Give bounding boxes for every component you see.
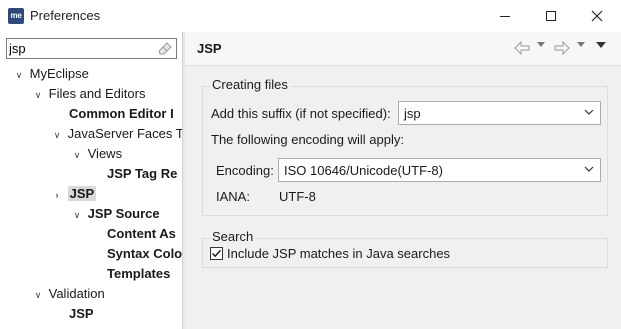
expand-arrow-icon[interactable]: ∨	[50, 125, 64, 145]
iana-label: IANA:	[216, 189, 250, 204]
tree-item-content-assist[interactable]: Content As	[107, 224, 176, 244]
maximize-button[interactable]	[528, 0, 574, 32]
group-title: Creating files	[210, 77, 290, 92]
myeclipse-app-icon: me	[8, 8, 24, 24]
title-bar: me Preferences	[0, 0, 621, 32]
tree-item-label: MyEclipse	[29, 66, 89, 81]
close-button[interactable]	[574, 0, 620, 32]
expand-arrow-icon[interactable]: ∨	[31, 285, 45, 305]
close-icon	[591, 10, 603, 22]
tree-item-label: Validation	[48, 286, 105, 301]
tree-item-jsp-source[interactable]: ∨ JSP Source	[70, 204, 160, 224]
iana-value: UTF-8	[279, 189, 316, 204]
expand-arrow-icon[interactable]: ∨	[12, 65, 26, 85]
tree-item-common-editor[interactable]: Common Editor I	[69, 104, 174, 124]
checkmark-icon	[211, 249, 222, 258]
preferences-tree-panel: ∨ MyEclipse ∨ Files and Editors Common E…	[0, 32, 182, 329]
chevron-down-icon	[584, 166, 594, 172]
tree-item-myeclipse[interactable]: ∨ MyEclipse	[12, 64, 89, 84]
suffix-label: Add this suffix (if not specified):	[211, 106, 391, 121]
encoding-label: Encoding:	[216, 163, 274, 178]
tree-item-files-and-editors[interactable]: ∨ Files and Editors	[31, 84, 146, 105]
filter-box[interactable]	[6, 38, 177, 59]
tree-item-label: JSP Tag Re	[107, 166, 178, 181]
tree-item-validation[interactable]: ∨ Validation	[31, 284, 105, 304]
tree-item-label: JSP	[67, 186, 97, 201]
collapse-arrow-icon[interactable]: ›	[50, 185, 64, 205]
tree-item-jsp-tag-registry[interactable]: JSP Tag Re	[107, 164, 177, 184]
page-header: JSP	[185, 32, 621, 66]
tree-item-validation-jsp[interactable]: JSP	[69, 304, 94, 324]
maximize-icon	[546, 11, 556, 21]
minimize-button[interactable]	[482, 0, 528, 32]
suffix-combo[interactable]: jsp	[398, 101, 601, 125]
forward-dropdown-icon[interactable]	[577, 42, 585, 48]
tree-item-syntax-coloring[interactable]: Syntax Colo	[107, 244, 182, 264]
clear-filter-icon[interactable]	[158, 42, 172, 55]
tree-item-label: JSP Source	[87, 206, 160, 221]
window-title: Preferences	[30, 8, 101, 23]
search-group: Search Include JSP matches in Java searc…	[202, 229, 608, 268]
back-arrow-icon[interactable]	[514, 41, 530, 55]
tree-item-views[interactable]: ∨ Views	[70, 144, 122, 164]
tree-item-label: Views	[87, 146, 123, 161]
tree-item-label: JavaServer Faces T	[67, 126, 182, 141]
tree-item-jsp[interactable]: › JSP	[50, 184, 97, 205]
tree-item-label: Content As	[107, 226, 176, 241]
filter-input[interactable]	[9, 40, 154, 57]
preference-page: JSP Creating files Add this suffix (if n…	[185, 32, 621, 329]
tree-item-label: Syntax Colo	[107, 246, 182, 261]
expand-arrow-icon[interactable]: ∨	[70, 145, 84, 165]
tree-item-label: Common Editor I	[69, 106, 174, 121]
chevron-down-icon	[584, 109, 594, 115]
creating-files-group: Creating files Add this suffix (if not s…	[202, 77, 608, 216]
include-jsp-matches-checkbox[interactable]	[210, 247, 223, 260]
expand-arrow-icon[interactable]: ∨	[31, 85, 45, 105]
tree-item-label: Files and Editors	[48, 86, 146, 101]
expand-arrow-icon[interactable]: ∨	[70, 205, 84, 225]
tree-item-label: JSP	[69, 306, 94, 321]
minimize-icon	[500, 15, 510, 17]
view-menu-icon[interactable]	[596, 42, 606, 49]
suffix-value: jsp	[404, 106, 421, 121]
back-dropdown-icon[interactable]	[537, 42, 545, 48]
group-title: Search	[210, 229, 256, 244]
forward-arrow-icon[interactable]	[554, 41, 570, 55]
include-jsp-matches-label[interactable]: Include JSP matches in Java searches	[227, 246, 450, 261]
encoding-note: The following encoding will apply:	[211, 132, 404, 147]
encoding-value: ISO 10646/Unicode(UTF-8)	[284, 163, 443, 178]
page-title: JSP	[197, 41, 222, 56]
tree-item-javaserver-faces[interactable]: ∨ JavaServer Faces T	[50, 124, 182, 144]
encoding-combo[interactable]: ISO 10646/Unicode(UTF-8)	[278, 158, 601, 182]
tree-item-templates[interactable]: Templates	[107, 264, 170, 284]
tree-item-label: Templates	[107, 266, 171, 281]
